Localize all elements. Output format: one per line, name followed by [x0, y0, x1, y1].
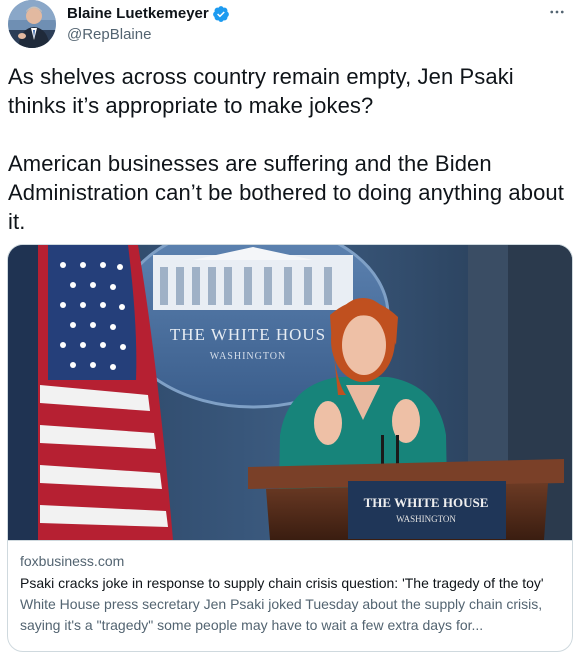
author-display-name[interactable]: Blaine Luetkemeyer	[67, 4, 209, 24]
card-domain: foxbusiness.com	[20, 553, 125, 569]
card-description: White House press secretary Jen Psaki jo…	[20, 596, 543, 633]
avatar[interactable]	[8, 0, 56, 48]
seal-text: THE WHITE HOUS	[170, 325, 326, 344]
verified-badge-icon	[212, 5, 230, 23]
card-title[interactable]: Psaki cracks joke in response to supply …	[20, 573, 564, 593]
podium-subtext: WASHINGTON	[396, 514, 456, 524]
link-card[interactable]: THE WHITE HOUS WASHINGTON THE WHITE HOUS…	[7, 244, 573, 652]
tweet-header: Blaine Luetkemeyer @RepBlaine	[8, 0, 573, 52]
seal-subtext: WASHINGTON	[210, 351, 286, 362]
podium-text: THE WHITE HOUSE	[364, 495, 489, 510]
author-handle[interactable]: @RepBlaine	[67, 25, 230, 45]
tweet: Blaine Luetkemeyer @RepBlaine As shelves…	[0, 0, 579, 657]
tweet-text: As shelves across country remain empty, …	[8, 64, 564, 234]
card-body[interactable]: foxbusiness.com Psaki cracks joke in res…	[20, 551, 564, 636]
author-names: Blaine Luetkemeyer @RepBlaine	[67, 4, 230, 45]
more-horizontal-icon[interactable]	[545, 0, 569, 24]
card-image[interactable]: THE WHITE HOUS WASHINGTON THE WHITE HOUS…	[8, 245, 572, 541]
